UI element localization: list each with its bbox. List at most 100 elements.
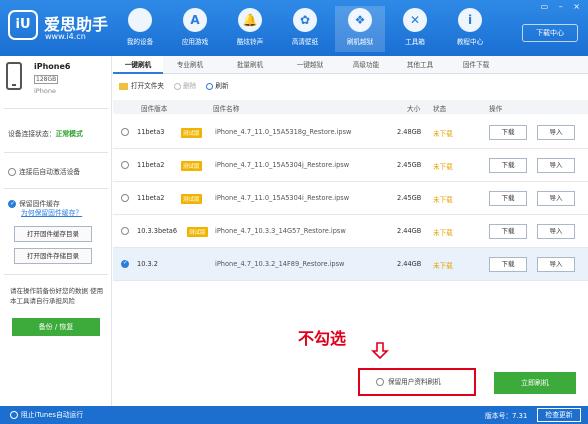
flash-now-button[interactable]: 立即刷机	[494, 372, 576, 394]
open-folder-button[interactable]: 打开文件夹	[119, 82, 164, 90]
refresh-button[interactable]: 刷新	[206, 82, 229, 90]
download-button[interactable]: 下载	[489, 125, 527, 140]
version-text: 11beta2	[137, 161, 165, 169]
nav-tutorials[interactable]: i 教程中心	[445, 6, 495, 52]
dropbox-icon: ❖	[348, 8, 372, 32]
status-bar: 阻止iTunes自动运行 版本号：7.31 检查更新	[0, 406, 588, 424]
checked-radio-icon[interactable]	[121, 259, 129, 268]
row-radio-icon[interactable]	[121, 194, 129, 202]
import-button[interactable]: 导入	[537, 191, 575, 206]
open-folder-label: 打开文件夹	[131, 82, 164, 90]
keep-cache-option[interactable]: 保留固件缓存 为何保留固件缓存？	[8, 199, 108, 218]
auto-activate-option[interactable]: 连接后自动激活设备	[8, 166, 80, 176]
table-header: 固件版本 固件名称 大小 状态 操作	[113, 100, 588, 114]
block-itunes-option[interactable]: 阻止iTunes自动运行	[10, 409, 83, 419]
open-cache-dir-button[interactable]: 打开固件缓存目录	[14, 226, 92, 242]
tab-advanced[interactable]: 高级功能	[341, 56, 391, 74]
version-label: 版本号：7.31	[485, 412, 528, 420]
tab-other-tools[interactable]: 其他工具	[395, 56, 445, 74]
row-radio-icon[interactable]	[121, 227, 129, 235]
radio-icon[interactable]	[8, 168, 16, 176]
device-info: iPhone6 128GB iPhone	[6, 62, 106, 102]
table-row-selected[interactable]: 10.3.2 iPhone_4.7_10.3.2_14F89_Restore.i…	[113, 248, 588, 281]
nav-wallpapers[interactable]: ✿ 高清壁纸	[280, 6, 330, 52]
backup-restore-button[interactable]: 备份 / 恢复	[12, 318, 100, 336]
arrow-down-icon	[371, 342, 389, 360]
table-row[interactable]: 11beta2 测试版 iPhone_4.7_11.0_15A5304j_Res…	[113, 149, 588, 182]
status-label: 设备连接状态：	[8, 130, 56, 138]
radio-icon[interactable]	[10, 411, 18, 419]
apple-icon	[128, 8, 152, 32]
download-button[interactable]: 下载	[489, 191, 527, 206]
header-size: 大小	[407, 105, 421, 113]
table-row[interactable]: 11beta2 测试版 iPhone_4.7_11.0_15A5304i_Res…	[113, 182, 588, 215]
firmware-version: 11beta2	[137, 161, 164, 169]
beta-badge: 测试版	[181, 161, 202, 171]
nav-label: 酷炫铃声	[236, 38, 264, 46]
header-name: 固件名称	[213, 105, 240, 113]
nav-apps-games[interactable]: A 应用游戏	[170, 6, 220, 52]
keep-user-data-label: 保留用户资料刷机	[388, 378, 441, 386]
tab-jailbreak[interactable]: 一键越狱	[285, 56, 335, 74]
firmware-size: 2.45GB	[397, 161, 422, 169]
app-logo: iU 爱思助手 www.i4.cn	[8, 8, 128, 48]
tab-one-click-flash[interactable]: 一键刷机	[113, 56, 163, 74]
version-text: 10.3.2	[137, 260, 158, 268]
table-row[interactable]: 10.3.3beta6 测试版 iPhone_4.7_10.3.3_14G57_…	[113, 215, 588, 248]
check-update-button[interactable]: 检查更新	[537, 408, 581, 422]
delete-button[interactable]: 删除	[174, 82, 196, 90]
header-state: 状态	[433, 105, 447, 113]
flower-icon: ✿	[293, 8, 317, 32]
tab-firmware-download[interactable]: 固件下载	[451, 56, 501, 74]
import-button[interactable]: 导入	[537, 125, 575, 140]
checked-radio-icon[interactable]	[8, 199, 16, 208]
tab-pro-flash[interactable]: 专业刷机	[165, 56, 215, 74]
nav-toolbox[interactable]: ✕ 工具箱	[390, 6, 440, 52]
import-button[interactable]: 导入	[537, 257, 575, 272]
risk-warning: 请在操作前备份好您的数据 使用本工具请自行承担风险	[10, 287, 104, 305]
import-button[interactable]: 导入	[537, 158, 575, 173]
row-radio-icon[interactable]	[121, 161, 129, 169]
radio-icon[interactable]	[376, 378, 384, 386]
download-state: 未下载	[433, 229, 453, 237]
download-button[interactable]: 下载	[489, 158, 527, 173]
annotation-text: 不勾选	[298, 329, 347, 348]
open-storage-dir-button[interactable]: 打开固件存储目录	[14, 248, 92, 264]
sidebar: iPhone6 128GB iPhone 设备连接状态：正常模式 连接后自动激活…	[0, 56, 112, 406]
divider	[4, 152, 108, 153]
nav-my-device[interactable]: 我的设备	[115, 6, 165, 52]
download-button[interactable]: 下载	[489, 224, 527, 239]
firmware-name: iPhone_4.7_11.0_15A5318g_Restore.ipsw	[215, 128, 352, 136]
why-keep-cache-link[interactable]: 为何保留固件缓存？	[21, 209, 108, 218]
firmware-name: iPhone_4.7_10.3.2_14F89_Restore.ipsw	[215, 260, 345, 268]
nav-label: 工具箱	[405, 38, 425, 46]
header-action: 操作	[489, 105, 503, 113]
nav-label: 教程中心	[456, 38, 484, 46]
tab-batch-flash[interactable]: 批量刷机	[225, 56, 275, 74]
app-window: iU 爱思助手 www.i4.cn 我的设备 A 应用游戏 🔔 酷炫铃声 ✿ 高…	[0, 0, 588, 424]
app-store-icon: A	[183, 8, 207, 32]
nav-label: 高清壁纸	[291, 38, 319, 46]
window-controls[interactable]: ▭ – ×	[541, 2, 584, 11]
nav-ringtones[interactable]: 🔔 酷炫铃声	[225, 6, 275, 52]
refresh-label: 刷新	[215, 82, 229, 90]
delete-icon	[174, 82, 182, 90]
beta-badge: 测试版	[187, 227, 208, 237]
download-button[interactable]: 下载	[489, 257, 527, 272]
delete-label: 删除	[183, 82, 197, 90]
firmware-name: iPhone_4.7_10.3.3_14G57_Restore.ipsw	[215, 227, 346, 235]
import-button[interactable]: 导入	[537, 224, 575, 239]
firmware-size: 2.44GB	[397, 227, 422, 235]
keep-user-data-option[interactable]: 保留用户资料刷机	[358, 368, 476, 396]
firmware-size: 2.45GB	[397, 194, 422, 202]
refresh-icon	[206, 82, 214, 90]
divider	[4, 108, 108, 109]
row-radio-icon[interactable]	[121, 128, 129, 136]
toolbar: 打开文件夹 删除 刷新	[119, 80, 229, 94]
nav-flash-jailbreak[interactable]: ❖ 刷机越狱	[335, 6, 385, 52]
connection-status: 设备连接状态：正常模式	[8, 128, 83, 138]
download-center-button[interactable]: 下载中心	[522, 24, 578, 42]
auto-activate-label: 连接后自动激活设备	[19, 168, 81, 176]
table-row[interactable]: 11beta3 测试版 iPhone_4.7_11.0_15A5318g_Res…	[113, 116, 588, 149]
info-icon: i	[458, 8, 482, 32]
